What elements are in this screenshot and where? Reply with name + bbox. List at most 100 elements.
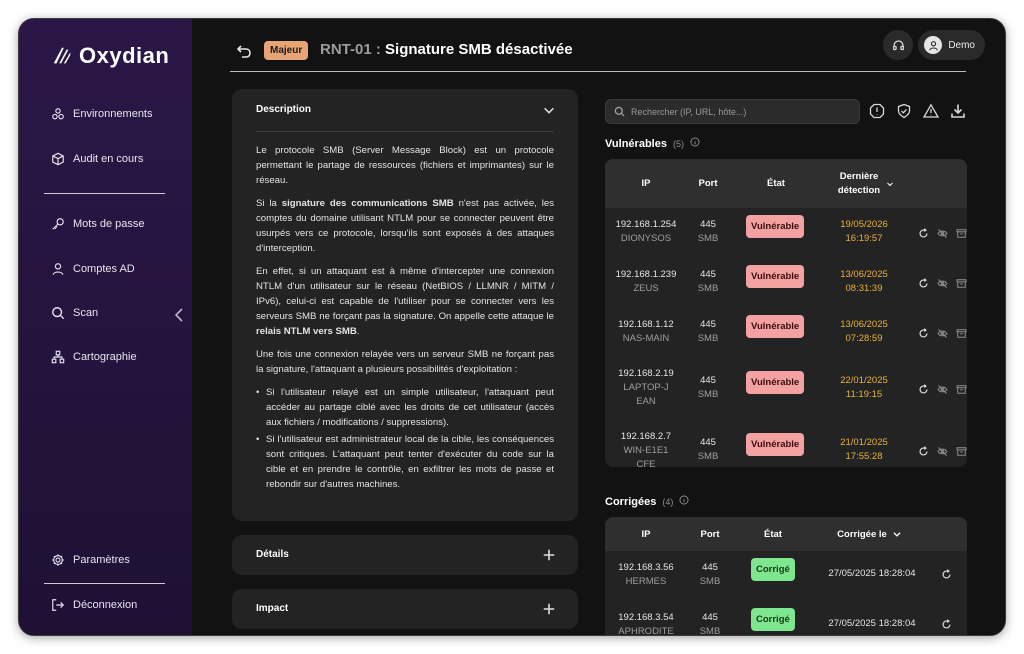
hostname: WIN-E1E1CFE (623, 445, 669, 467)
sidebar-item-label: Mots de passe (73, 218, 145, 230)
time: 17:55:28 (845, 451, 883, 462)
table-row[interactable]: 192.168.3.54 APHRODITE 445 SMB Corrigé 27/… (605, 601, 967, 635)
sidebar-item-label: Environnements (73, 108, 153, 120)
table-row[interactable]: 192.168.3.56 HERMES 445 SMB Corrigé 27/05/… (605, 551, 967, 601)
user-menu-button[interactable]: Demo (918, 30, 985, 60)
search-input[interactable] (631, 106, 831, 117)
archive-icon[interactable] (956, 384, 967, 395)
rescan-icon[interactable] (918, 328, 929, 339)
sidebar-item-label: Déconnexion (73, 599, 138, 611)
sidebar-item-scan[interactable]: Scan (51, 306, 98, 320)
date: 21/01/2025 (840, 437, 888, 448)
sidebar-item-parametres[interactable]: Paramètres (51, 553, 130, 567)
chevron-up-icon[interactable] (542, 103, 556, 117)
state-cell: Vulnérable (746, 265, 805, 288)
hide-eye-slash-icon[interactable] (937, 278, 948, 289)
sidebar-item-deconnexion[interactable]: Déconnexion (51, 598, 137, 612)
archive-icon[interactable] (956, 446, 967, 457)
column-header-ip[interactable]: IP (605, 529, 687, 540)
download-icon[interactable] (950, 103, 966, 119)
hide-eye-slash-icon[interactable] (937, 228, 948, 239)
time: 16:19:57 (845, 233, 883, 244)
table-header: IP Port État Dernière détection (605, 159, 967, 208)
sidebar-item-label: Cartographie (73, 351, 137, 363)
archive-icon[interactable] (956, 328, 967, 339)
archive-icon[interactable] (956, 278, 967, 289)
table-row[interactable]: 192.168.1.239 ZEUS 445 SMB Vulnérable 13/0… (605, 258, 967, 308)
column-header-ip[interactable]: IP (605, 178, 687, 189)
sidebar-item-audit[interactable]: Audit en cours (51, 152, 143, 166)
column-header-last-detection[interactable]: Dernière détection (823, 170, 895, 198)
sort-chevron-down-icon[interactable] (892, 529, 902, 539)
description-paragraph: Une fois une connexion relayée vers un s… (256, 349, 554, 375)
table-row[interactable]: 192.168.2.7 WIN-E1E1CFE 445 SMB Vulnérable… (605, 421, 967, 467)
rescan-icon[interactable] (918, 278, 929, 289)
date-cell: 13/06/2025 07:28:59 (823, 318, 905, 346)
ip-cell: 192.168.3.54 APHRODITE (605, 611, 687, 635)
date: 13/06/2025 (840, 269, 888, 280)
rescan-icon[interactable] (918, 446, 929, 457)
emphasis: relais NTLM vers SMB (256, 326, 357, 337)
sidebar-item-cartographie[interactable]: Cartographie (51, 350, 137, 364)
sidebar-divider (44, 583, 165, 584)
support-button[interactable] (883, 30, 913, 60)
column-header-state[interactable]: État (733, 529, 813, 540)
sidebar-item-comptes-ad[interactable]: Comptes AD (51, 262, 135, 276)
sort-chevron-down-icon[interactable] (886, 180, 894, 188)
time: 08:31:39 (845, 283, 883, 294)
protocol: SMB (699, 576, 721, 587)
ip-address: 192.168.3.56 (618, 562, 674, 573)
time: 07:28:59 (845, 333, 883, 344)
date-cell: 13/06/2025 08:31:39 (823, 268, 905, 296)
main-content: Majeur RNT-01 : Signature SMB désactivée… (192, 19, 1005, 635)
hide-eye-slash-icon[interactable] (937, 384, 948, 395)
search-bar[interactable] (605, 99, 860, 124)
severity-badge: Majeur (264, 41, 309, 60)
fixed-section-title: Corrigées (4) (605, 495, 689, 508)
shield-alert-icon[interactable] (869, 103, 885, 119)
warning-triangle-icon[interactable] (923, 103, 939, 119)
plus-icon[interactable] (542, 548, 556, 562)
rescan-icon[interactable] (941, 619, 952, 630)
details-card[interactable]: Détails (232, 535, 578, 575)
details-heading: Détails (256, 549, 289, 560)
ip-address: 192.168.1.239 (615, 269, 677, 280)
hide-eye-slash-icon[interactable] (937, 446, 948, 457)
sidebar-item-environnements[interactable]: Environnements (51, 107, 153, 121)
shield-check-icon[interactable] (896, 103, 912, 119)
sidebar-item-label: Audit en cours (73, 153, 144, 165)
hide-eye-slash-icon[interactable] (937, 328, 948, 339)
info-icon[interactable] (690, 137, 700, 147)
app-logo[interactable]: Oxydian (51, 43, 169, 69)
table-row[interactable]: 192.168.1.254 DIONYSOS 445 SMB Vulnérable … (605, 208, 967, 258)
port-cell: 445 SMB (687, 436, 729, 464)
state-cell: Corrigé (751, 558, 795, 581)
column-header-state[interactable]: État (729, 178, 823, 189)
ip-cell: 192.168.2.7 WIN-E1E1CFE (605, 430, 687, 467)
list-item: Si l'utilisateur est administrateur loca… (256, 432, 554, 492)
row-actions (941, 619, 952, 630)
rescan-icon[interactable] (918, 384, 929, 395)
port-cell: 445 SMB (687, 318, 729, 346)
headset-icon (892, 39, 904, 50)
sidebar-item-mots-de-passe[interactable]: Mots de passe (51, 217, 145, 231)
table-row[interactable]: 192.168.2.19 LAPTOP-JEAN 445 SMB Vulnérabl… (605, 357, 967, 421)
description-body: Le protocole SMB (Server Message Block) … (256, 143, 554, 494)
ip-address: 192.168.2.7 (620, 431, 672, 442)
rescan-icon[interactable] (941, 569, 952, 580)
impact-card[interactable]: Impact (232, 589, 578, 629)
audit-cube-icon (52, 152, 64, 166)
collapse-sidebar-chevron-icon[interactable] (173, 307, 185, 323)
back-arrow-icon[interactable] (236, 43, 252, 59)
protocol: SMB (697, 333, 719, 344)
column-header-port[interactable]: Port (687, 529, 733, 540)
description-paragraph: Le protocole SMB (Server Message Block) … (256, 145, 554, 186)
hostname: LAPTOP-JEAN (623, 382, 669, 407)
plus-icon[interactable] (542, 602, 556, 616)
status-badge: Vulnérable (746, 215, 805, 238)
column-header-port[interactable]: Port (687, 178, 729, 189)
rescan-icon[interactable] (918, 228, 929, 239)
info-icon[interactable] (679, 495, 689, 505)
archive-icon[interactable] (956, 228, 967, 239)
table-row[interactable]: 192.168.1.12 NAS-MAIN 445 SMB Vulnérable 1… (605, 308, 967, 357)
